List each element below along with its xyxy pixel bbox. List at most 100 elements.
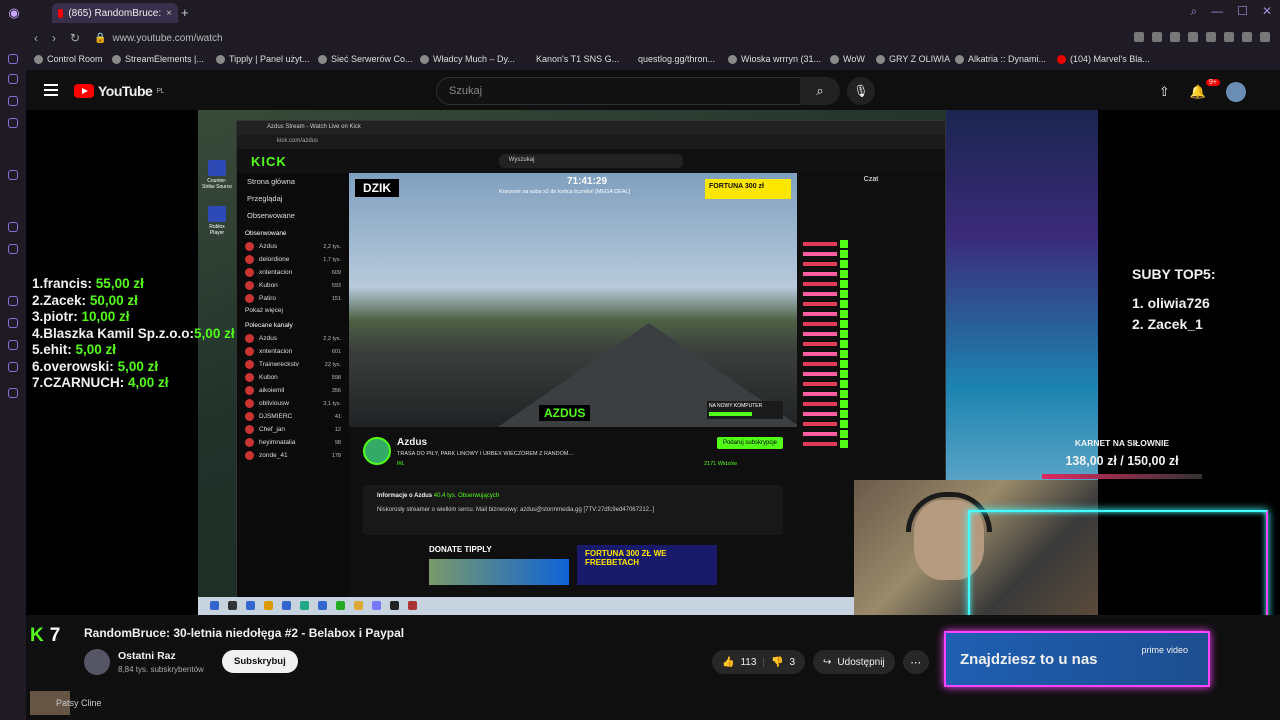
youtube-play-icon (74, 84, 94, 98)
youtube-logo[interactable]: YouTube PL (74, 83, 164, 99)
sidebar-icon[interactable] (8, 54, 18, 64)
bookmark[interactable]: questlog.gg/thron... (638, 54, 715, 64)
sidebar-icon[interactable] (8, 170, 18, 180)
notifications-icon[interactable]: 🔔 (1190, 84, 1206, 100)
search-tabs-icon[interactable]: ⌕ (1190, 4, 1197, 19)
close-window-icon[interactable]: ✕ (1262, 4, 1272, 19)
maximize-icon[interactable]: ☐ (1237, 4, 1248, 19)
share-button[interactable]: ↪ Udostępnij (813, 650, 895, 674)
extension-icon[interactable] (1260, 32, 1270, 42)
bookmark[interactable]: Sieć Serwerów Co... (318, 54, 413, 64)
kick-section-title: Polecane kanały (245, 322, 293, 329)
youtube-header: YouTube PL Szukaj ⌕ 🎙 ⇧ 🔔 9+ (26, 70, 1280, 110)
sidebar-icon[interactable] (8, 362, 18, 372)
mic-icon: 🎙 (853, 84, 869, 98)
fortuna-ad: FORTUNA 300 ZŁ WE FREEBETACH (577, 545, 717, 585)
extension-icon[interactable] (1188, 32, 1198, 42)
bookmark[interactable]: WoW (830, 54, 865, 64)
kick-header: KICK Wyszukaj (237, 149, 945, 173)
sub-row: 1. oliwia726 (1132, 295, 1210, 311)
extension-icon[interactable] (1152, 32, 1162, 42)
chat-line (803, 400, 939, 408)
bookmark[interactable]: StreamElements |... (112, 54, 204, 64)
close-tab-icon[interactable]: × (166, 8, 172, 19)
menu-icon[interactable] (44, 84, 58, 96)
stream-title: TRASA DO PIŁY, PARK LINOWY I URBEX WIECZ… (397, 451, 574, 457)
upload-icon[interactable]: ⇧ (1159, 84, 1170, 100)
twitch-icon[interactable] (8, 222, 18, 232)
donor-row: 2.Zacek: 50,00 zł (32, 292, 138, 308)
forward-icon[interactable]: › (52, 31, 56, 45)
new-tab-icon[interactable]: + (181, 5, 189, 20)
settings-icon[interactable] (8, 388, 18, 398)
bookmark[interactable]: Wioska wrrryn (31... (728, 54, 821, 64)
taskbar-icon (246, 601, 255, 610)
search-button[interactable]: ⌕ (800, 77, 840, 105)
sidebar-icon[interactable] (8, 296, 18, 306)
bookmark[interactable]: Kanon's T1 SNS G... (536, 54, 619, 64)
reload-icon[interactable]: ↻ (70, 31, 80, 45)
back-icon[interactable]: ‹ (34, 31, 38, 45)
minimize-icon[interactable]: — (1211, 4, 1223, 19)
sidebar-icon[interactable] (8, 118, 18, 128)
search-icon: ⌕ (816, 83, 824, 98)
subscribe-button[interactable]: Subskrybuj (222, 650, 298, 673)
browser-logo-icon[interactable]: ◉ (0, 0, 28, 26)
kick-stream-info: Azdus TRASA DO PIŁY, PARK LINOWY I URBEX… (349, 427, 797, 601)
kick-channel-row: zonde_41 178 (237, 449, 349, 462)
tab-title: (865) RandomBruce: (68, 7, 162, 19)
dzik-logo: DZIK (355, 179, 399, 197)
stream-category: IRL (397, 461, 405, 467)
chat-line (803, 430, 939, 438)
start-icon (210, 601, 219, 610)
sidebar-icon[interactable] (8, 96, 18, 106)
search-input[interactable]: Szukaj (436, 77, 824, 105)
extension-icon[interactable] (1206, 32, 1216, 42)
taskbar-icon (336, 601, 345, 610)
extension-icon[interactable] (1242, 32, 1252, 42)
voice-search-button[interactable]: 🎙 (847, 77, 875, 105)
like-icon[interactable]: 👍 (722, 657, 734, 668)
channel-name[interactable]: Ostatni Raz (118, 650, 176, 662)
chat-line (803, 350, 939, 358)
kick-nav-item: Obserwowane (247, 211, 295, 220)
extension-icon[interactable] (1224, 32, 1234, 42)
kick-channel-row: Azdus 2,2 tys. (237, 240, 349, 253)
video-player[interactable]: Counter-Strike Source Roblox Player Azdu… (26, 110, 1280, 615)
prime-video-ad[interactable]: Znajdziesz to u nas prime video (944, 631, 1210, 687)
address-bar: ‹ › ↻ 🔒 www.youtube.com/watch (0, 26, 1280, 50)
dislike-count[interactable]: 3 (789, 657, 795, 668)
fortuna-banner: FORTUNA 300 zł (705, 179, 791, 199)
kick-channel-row: obliviousw 3,1 tys. (237, 397, 349, 410)
like-count[interactable]: 113 (740, 657, 756, 668)
channel-avatar[interactable] (84, 649, 110, 675)
url-field[interactable]: 🔒 www.youtube.com/watch (94, 33, 223, 44)
next-video-channel[interactable]: Patsy Cline (56, 698, 102, 708)
kick-channel-row: DJSMIERC 41 (237, 410, 349, 423)
taskbar-icon (354, 601, 363, 610)
x-icon[interactable] (8, 244, 18, 254)
extension-icons (1134, 32, 1270, 42)
gym-goal-bar (1042, 474, 1202, 479)
viewer-count: 2171 Widzów (703, 461, 737, 467)
browser-tab[interactable]: (865) RandomBruce: × (52, 3, 178, 23)
inner-url: kick.com/azdus (237, 135, 945, 149)
chat-line (803, 370, 939, 378)
gym-goal-value: 138,00 zł / 150,00 zł (1065, 454, 1179, 468)
bookmark[interactable]: GRY Z OLIWIA (876, 54, 950, 64)
more-options-icon[interactable]: ⋯ (902, 650, 929, 674)
extension-icon[interactable] (1134, 32, 1144, 42)
bookmark[interactable]: (104) Marvel's Bla... (1057, 54, 1150, 64)
extension-icon[interactable] (1170, 32, 1180, 42)
bookmark[interactable]: Tipply | Panel użyt... (216, 54, 310, 64)
bookmark[interactable]: Control Room (34, 54, 103, 64)
donate-label: DONATE TIPPLY (429, 545, 492, 554)
sidebar-icon[interactable] (8, 340, 18, 350)
search-placeholder: Szukaj (449, 85, 483, 97)
bookmark[interactable]: Alkatria :: Dynami... (955, 54, 1046, 64)
sidebar-icon[interactable] (8, 318, 18, 328)
dislike-icon[interactable]: 👎 (771, 657, 783, 668)
avatar[interactable] (1226, 82, 1246, 102)
sidebar-icon[interactable] (8, 74, 18, 84)
bookmark[interactable]: Władcy Much – Dy... (420, 54, 515, 64)
